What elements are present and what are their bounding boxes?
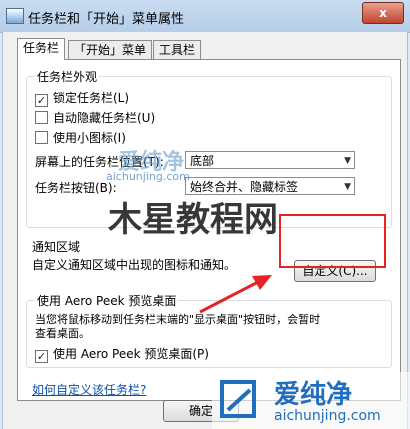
watermark-url: aichunjing.com bbox=[106, 170, 190, 183]
watermark-big-brand: 木星教程网 bbox=[108, 200, 278, 240]
corner-url: aichunjing.com bbox=[274, 408, 381, 424]
corner-brand: 爱纯净 bbox=[274, 380, 353, 410]
brand-logo-icon bbox=[220, 380, 256, 418]
corner-watermark: 爱纯净 aichunjing.com bbox=[212, 372, 410, 429]
tab-taskbar[interactable]: 任务栏 bbox=[17, 38, 66, 60]
